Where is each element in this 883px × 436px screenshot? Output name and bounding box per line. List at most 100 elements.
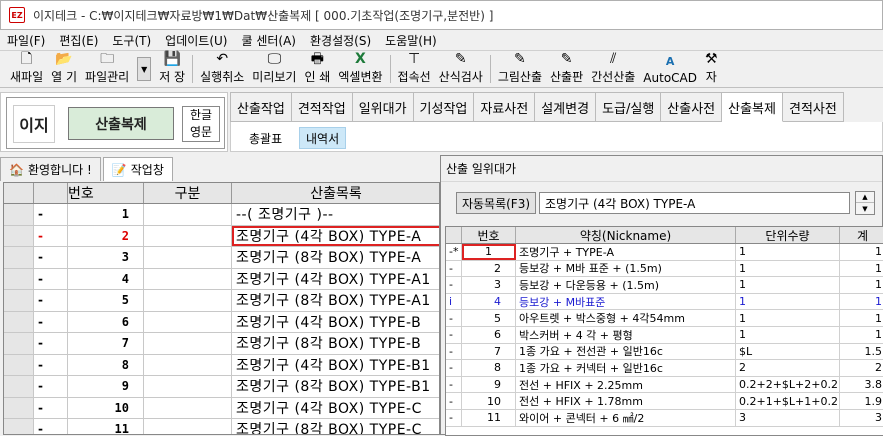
row-calc-name[interactable]: 조명기구 (4각 BOX) TYPE-B1 [232,355,439,376]
row-category[interactable] [144,354,232,375]
tab-workspace[interactable]: 📝 작업창 [102,157,173,181]
table-row[interactable]: -10 조명기구 (4각 BOX) TYPE-C [4,397,439,419]
file-dropdown-button[interactable]: ▼ [137,57,152,81]
open-button[interactable]: 📂 열 기 [47,51,81,87]
row-unit-qty[interactable]: 2 [736,360,840,376]
table-row[interactable]: -* 1 조명기구 + TYPE-A 1 1 [446,244,883,261]
tab-estimate-dict[interactable]: 견적사전 [782,92,844,122]
tab-contract-exec[interactable]: 도급/실행 [596,92,662,122]
header-total[interactable]: 계 [840,227,883,243]
table-row[interactable]: i 4 등보강 + M바표준 1 1 [446,293,883,311]
picture-calc-button[interactable]: ✎ 그림산출 [494,51,546,87]
row-category[interactable] [144,204,232,225]
table-row[interactable]: -1 --( 조명기구 )-- [4,204,439,226]
tab-calc-work[interactable]: 산출작업 [230,92,292,122]
row-unit-qty[interactable]: $L [736,343,840,360]
row-calc-name[interactable]: 조명기구 (4각 BOX) TYPE-C [232,398,439,419]
row-unit-qty[interactable]: 1 [736,260,840,277]
row-calc-name[interactable]: --( 조명기구 )-- [232,204,439,225]
row-nickname[interactable]: 와이어 + 콘넥터 + 6 ㎟/2 [516,410,736,426]
table-row[interactable]: -3 등보강 + 다운등용 + (1.5m) 1 1 [446,277,883,294]
row-selector[interactable] [4,311,34,332]
tab-calc-dict[interactable]: 산출사전 [661,92,723,122]
row-selector[interactable] [4,268,34,289]
row-selector[interactable] [4,225,34,246]
row-nickname[interactable]: 전선 + HFIX + 1.78mm [516,393,736,409]
table-row[interactable]: -4 조명기구 (4각 BOX) TYPE-A1 [4,268,439,290]
header-number[interactable]: 번호 [462,227,516,243]
row-category[interactable] [144,247,232,268]
print-button[interactable]: 🖶 인 쇄 [300,51,334,87]
subtab-details[interactable]: 내역서 [299,127,347,149]
header-calc-list[interactable]: 산출목록 [232,183,439,203]
row-selector[interactable] [4,354,34,375]
lang-english[interactable]: 영문 [183,124,219,141]
row-unit-qty[interactable]: 0.2+2+$L+2+0.2+2 [736,376,840,393]
row-category[interactable] [144,225,232,246]
row-selector[interactable] [4,333,34,354]
row-calc-name[interactable]: 조명기구 (8각 BOX) TYPE-B [232,333,439,354]
row-selector[interactable] [4,397,34,418]
table-row[interactable]: -11 와이어 + 콘넥터 + 6 ㎟/2 3 3 [446,410,883,427]
table-row[interactable]: -8 1종 가요 + 커넥터 + 일반16c 2 2 [446,360,883,377]
row-unit-qty[interactable]: 1 [736,310,840,326]
tab-estimate-work[interactable]: 견적작업 [291,92,353,122]
auto-list-spinner[interactable]: ▲ ▼ [855,191,875,215]
table-row[interactable]: -8 조명기구 (4각 BOX) TYPE-B1 [4,354,439,376]
row-nickname[interactable]: 조명기구 + TYPE-A [516,244,736,260]
row-calc-name[interactable]: 조명기구 (8각 BOX) TYPE-B1 [232,376,439,397]
row-nickname[interactable]: 등보강 + M바 표준 + (1.5m) [516,260,736,277]
table-row[interactable]: -7 1종 가요 + 전선관 + 일반16c $L 1.5 [446,343,883,361]
table-row[interactable]: -10전선 + HFIX + 1.78mm0.2+1+$L+1+0.2+1 1.9 [446,393,883,410]
menu-settings[interactable]: 환경설정(S) [303,32,378,49]
row-calc-name[interactable]: 조명기구 (4각 BOX) TYPE-A [232,225,439,246]
new-file-button[interactable]: 🗋 새파일 [6,51,47,87]
undo-button[interactable]: ↶ 실행취소 [196,51,248,87]
trunk-line-button[interactable]: ⫽ 간선산출 [587,51,639,87]
menu-edit[interactable]: 편집(E) [52,32,105,49]
table-row[interactable]: -6 조명기구 (4각 BOX) TYPE-B [4,311,439,333]
table-row[interactable]: -2 등보강 + M바 표준 + (1.5m) 1 1 [446,260,883,278]
table-row[interactable]: -2 조명기구 (4각 BOX) TYPE-A [4,225,439,247]
row-selector[interactable] [4,376,34,397]
row-calc-name[interactable]: 조명기구 (8각 BOX) TYPE-A [232,247,439,268]
row-category[interactable] [144,290,232,311]
subtab-summary[interactable]: 총괄표 [243,127,288,149]
header-nickname[interactable]: 약칭(Nickname) [516,227,736,243]
row-calc-name[interactable]: 조명기구 (8각 BOX) TYPE-C [232,419,439,434]
table-row[interactable]: -9전선 + HFIX + 2.25mm0.2+2+$L+2+0.2+2 3.8 [446,376,883,394]
row-selector[interactable] [4,419,34,434]
row-category[interactable] [144,419,232,434]
save-button[interactable]: 💾 저 장 [155,51,189,87]
menu-tools[interactable]: 도구(T) [105,32,158,49]
menu-update[interactable]: 업데이트(U) [158,32,234,49]
tab-calc-copy[interactable]: 산출복제 [722,92,783,122]
row-category[interactable] [144,376,232,397]
header-number[interactable]: 번호 [68,183,144,203]
row-nickname[interactable]: 등보강 + M바표준 [516,293,736,310]
header-category[interactable]: 구분 [144,183,232,203]
row-unit-qty[interactable]: 3 [736,410,840,426]
row-nickname[interactable]: 전선 + HFIX + 2.25mm [516,376,736,393]
lang-korean[interactable]: 한글 [183,107,219,124]
auto-list-input[interactable]: 조명기구 (4각 BOX) TYPE-A [539,192,850,214]
row-unit-qty[interactable]: 0.2+1+$L+1+0.2+1 [736,393,840,409]
row-selector[interactable] [4,247,34,268]
preview-button[interactable]: 🖵 미리보기 [248,51,300,87]
connector-button[interactable]: ⊤ 접속선 [394,51,435,87]
row-category[interactable] [144,397,232,418]
calc-board-button[interactable]: ✎ 산출판 [546,51,587,87]
tool-button[interactable]: ⚒ 자 [701,51,722,87]
auto-list-button[interactable]: 자동목록(F3) [456,192,536,214]
tab-welcome[interactable]: 🏠 환영합니다 ! [0,157,101,181]
table-row[interactable]: -5 아우트렛 + 박스중형 + 4각54mm 1 1 [446,310,883,327]
autocad-button[interactable]: A AutoCAD [639,51,701,87]
tab-unit-price[interactable]: 일위대가 [352,92,414,122]
row-unit-qty[interactable]: 1 [736,244,840,260]
tab-design-change[interactable]: 설계변경 [535,92,597,122]
spin-down-icon[interactable]: ▼ [856,203,874,214]
row-category[interactable] [144,268,232,289]
row-unit-qty[interactable]: 1 [736,293,840,310]
menu-file[interactable]: 파일(F) [0,32,52,49]
language-toggle[interactable]: 한글 영문 [182,106,220,142]
